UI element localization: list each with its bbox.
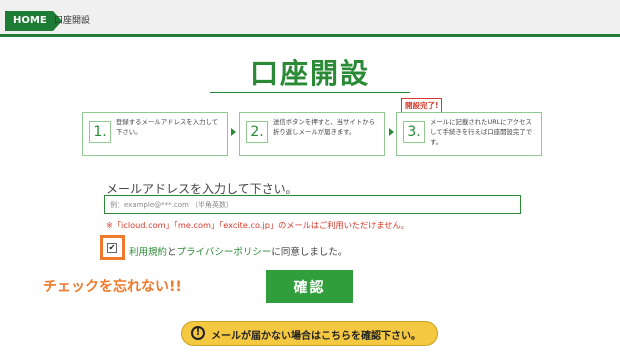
step-description: メールに記載されたURLにアクセスして手続きを行えば口座開設完了です。	[430, 118, 533, 146]
terms-link[interactable]: 利用規約	[129, 247, 167, 258]
unsupported-domain-notice: ※「icloud.com」「me.com」「excite.co.jp」のメールは…	[106, 220, 409, 230]
header-divider	[0, 34, 620, 37]
agree-checkbox[interactable]: ✔	[107, 243, 117, 253]
confirm-button[interactable]: 確認	[266, 270, 353, 303]
breadcrumb-current: 口座開設	[54, 16, 91, 26]
step-number: 1.	[89, 121, 111, 143]
step-description: 送信ボタンを押すと、当サイトから折り返しメールが届きます。	[273, 118, 375, 136]
breadcrumb: HOME 口座開設	[0, 0, 620, 34]
agree-text: 利用規約とプライバシーポリシーに同意しました。	[129, 244, 347, 258]
step-description: 登録するメールアドレスを入力して下さい。	[116, 118, 219, 136]
step-number: 2.	[246, 121, 268, 143]
exclamation-icon: !	[191, 326, 205, 340]
step-arrow-icon	[231, 128, 236, 136]
step-3: 3. メールに記載されたURLにアクセスして手続きを行えば口座開設完了です。	[396, 112, 542, 156]
privacy-policy-link[interactable]: プライバシーポリシー	[177, 247, 272, 258]
title-underline	[210, 92, 410, 93]
mail-help-label: メールが届かない場合はこちらを確認下さい。	[211, 331, 421, 342]
mail-help-button[interactable]: ! メールが届かない場合はこちらを確認下さい。	[181, 321, 438, 346]
step-2: 2. 送信ボタンを押すと、当サイトから折り返しメールが届きます。	[239, 112, 385, 156]
check-reminder: チェックを忘れない!!	[43, 279, 182, 295]
agree-connector: と	[167, 247, 177, 258]
email-input[interactable]	[104, 195, 521, 214]
step-1: 1. 登録するメールアドレスを入力して下さい。	[82, 112, 228, 156]
agree-suffix: に同意しました。	[271, 247, 348, 258]
breadcrumb-home-link[interactable]: HOME	[5, 11, 62, 31]
step-arrow-icon	[389, 128, 394, 136]
page-title: 口座開設	[249, 57, 370, 90]
step-number: 3.	[403, 121, 425, 143]
